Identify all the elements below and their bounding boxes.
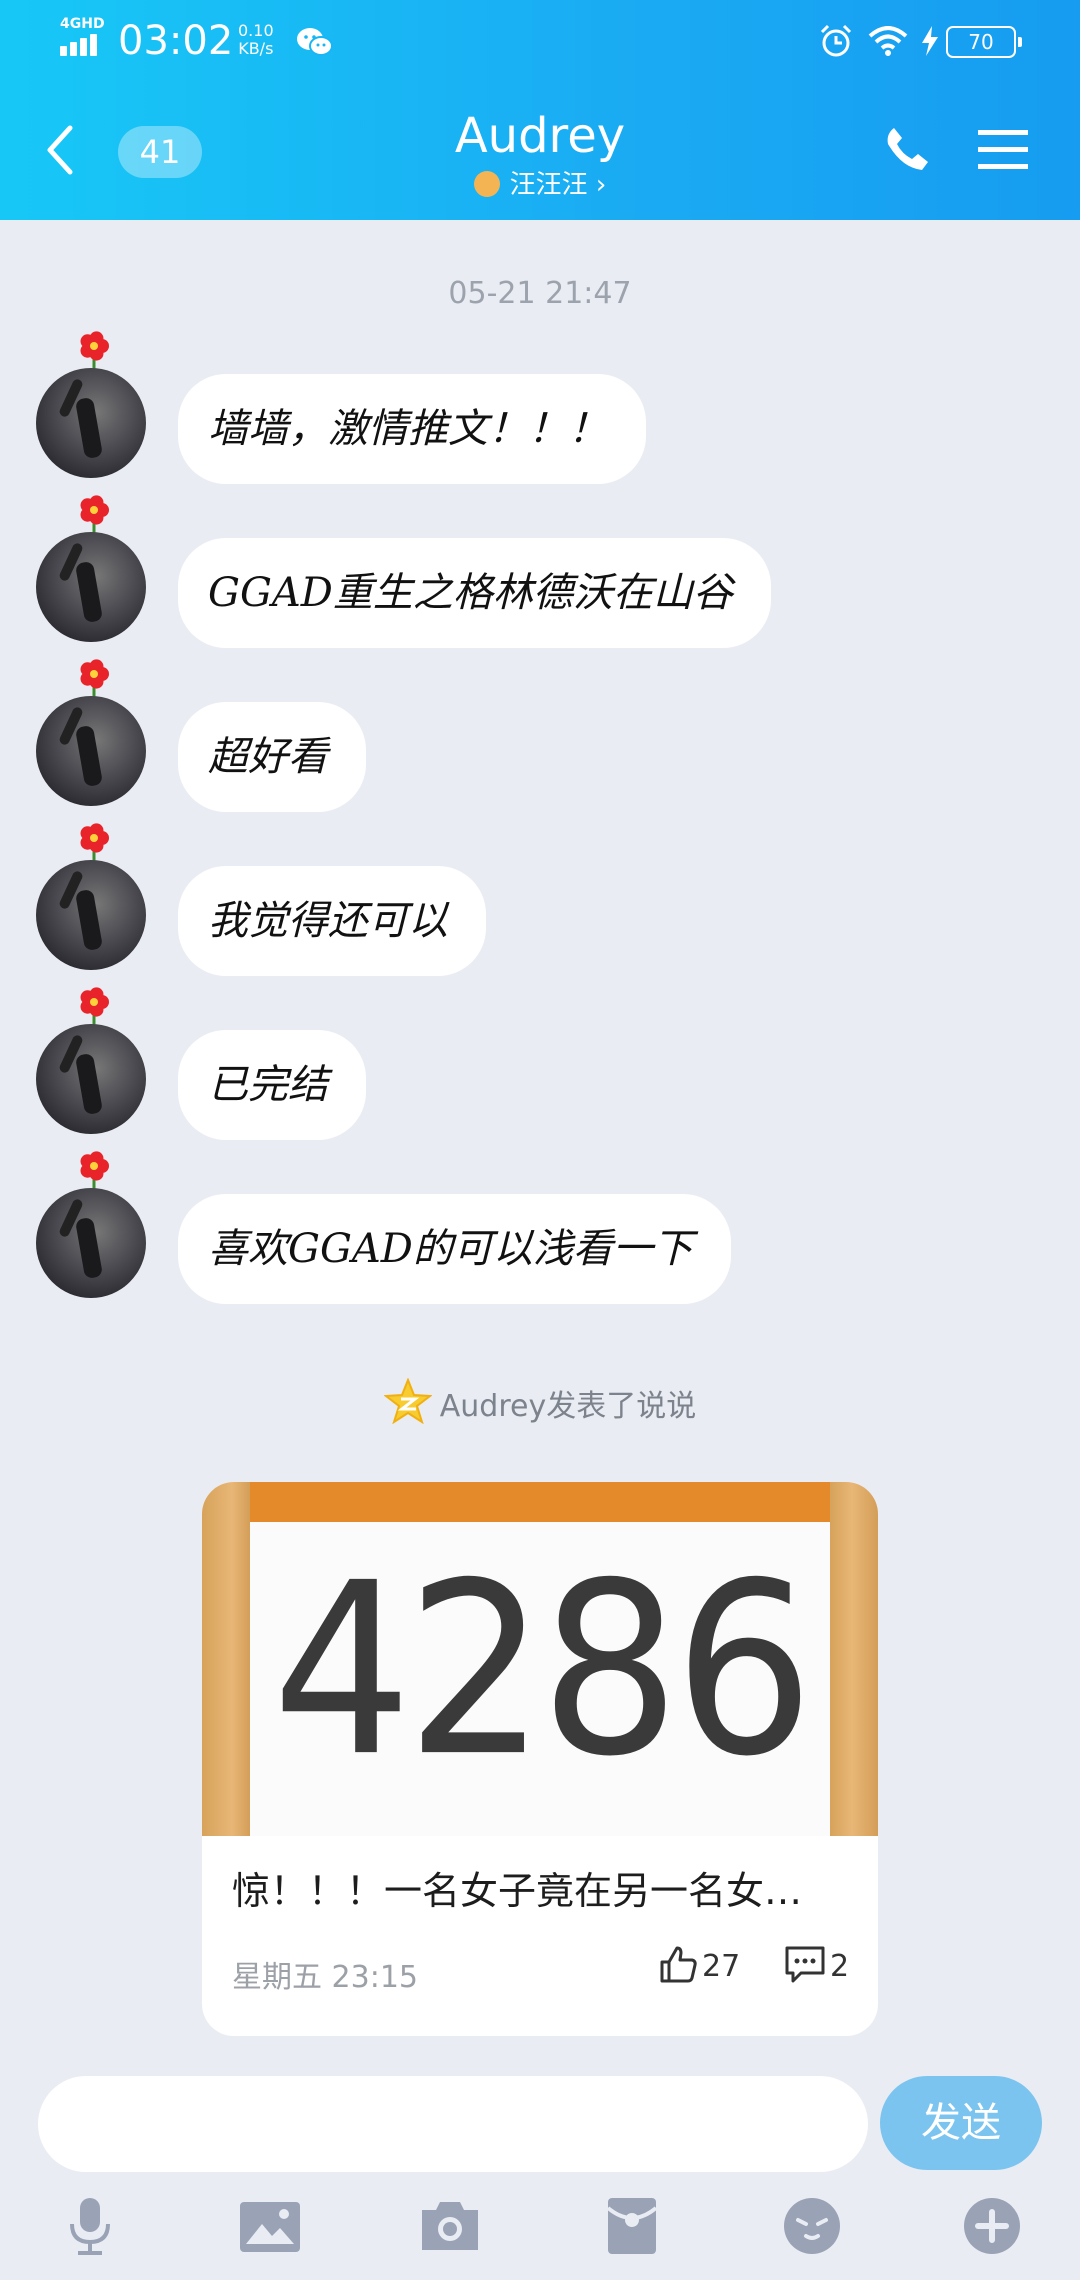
message-row: GGAD重生之格林德沃在山谷 — [0, 494, 1080, 648]
cellular-signal-icon: 4GHD — [58, 16, 105, 58]
hamster-emoji-icon — [473, 171, 500, 197]
clock: 03:02 — [118, 18, 234, 64]
red-packet-icon[interactable] — [600, 2194, 664, 2258]
message-row: 已完结 — [0, 986, 1080, 1140]
post-image-banner — [250, 1482, 830, 1522]
post-title: 惊！！！一名女子竟在另一名女… — [232, 1869, 803, 1913]
wechat-icon — [297, 28, 333, 56]
avatar[interactable] — [36, 1188, 146, 1298]
post-card[interactable]: 4286 惊！！！一名女子竟在另一名女… 星期五 23:15 27 2 — [202, 1482, 878, 2036]
camera-icon[interactable] — [418, 2194, 482, 2258]
wifi-icon — [868, 26, 908, 56]
comment-count: 2 — [830, 1949, 850, 1984]
message-timestamp: 05-21 21:47 — [448, 276, 632, 311]
post-notice: Audrey发表了说说 — [0, 1378, 1080, 1425]
network-speed: 0.10 KB/s — [238, 22, 274, 58]
emoji-icon[interactable] — [780, 2194, 844, 2258]
message-bubble[interactable]: 喜欢GGAD的可以浅看一下 — [178, 1194, 731, 1304]
flower-badge-icon — [80, 331, 109, 370]
message-bubble[interactable]: 我觉得还可以 — [178, 866, 486, 976]
post-time: 星期五 23:15 — [232, 1960, 418, 1995]
microphone-icon[interactable] — [58, 2194, 122, 2258]
message-row: 我觉得还可以 — [0, 822, 1080, 976]
phone-icon[interactable] — [882, 124, 932, 174]
flower-badge-icon — [80, 1151, 109, 1190]
message-row: 超好看 — [0, 658, 1080, 812]
menu-icon[interactable] — [978, 128, 1028, 172]
message-bubble[interactable]: GGAD重生之格林德沃在山谷 — [178, 538, 771, 648]
plus-icon[interactable] — [960, 2194, 1024, 2258]
like-button[interactable]: 27 — [658, 1944, 740, 1984]
image-icon[interactable] — [238, 2194, 302, 2258]
avatar[interactable] — [36, 696, 146, 806]
charging-icon — [922, 26, 938, 56]
network-speed-unit: KB/s — [238, 39, 274, 58]
title-bar: 4GHD 03:02 0.10 KB/s 70 41 Audrey 汪汪汪 › — [0, 0, 1080, 220]
avatar[interactable] — [36, 1024, 146, 1134]
message-bubble[interactable]: 墙墙，激情推文！！！ — [178, 374, 646, 484]
alarm-icon — [820, 24, 852, 57]
flower-badge-icon — [80, 823, 109, 862]
thumbs-up-icon — [660, 1946, 697, 1983]
post-image: 4286 — [202, 1482, 878, 1836]
comment-button[interactable]: 2 — [784, 1944, 849, 1984]
avatar[interactable] — [36, 368, 146, 478]
send-button[interactable]: 发送 — [880, 2076, 1042, 2170]
post-notice-text: Audrey发表了说说 — [439, 1389, 697, 1424]
avatar[interactable] — [36, 532, 146, 642]
comment-icon — [785, 1946, 825, 1983]
chat-subtitle-text: 汪汪汪 — [509, 170, 588, 200]
message-bubble[interactable]: 超好看 — [178, 702, 366, 812]
message-bubble[interactable]: 已完结 — [178, 1030, 366, 1140]
message-input[interactable] — [38, 2076, 868, 2172]
network-speed-value: 0.10 — [238, 21, 274, 40]
avatar[interactable] — [36, 860, 146, 970]
chevron-right-icon: › — [587, 170, 607, 200]
status-bar: 4GHD 03:02 0.10 KB/s 70 — [0, 0, 1080, 90]
post-image-number: 4286 — [272, 1531, 814, 1809]
flower-badge-icon — [80, 659, 109, 698]
input-toolbar — [0, 2180, 1080, 2280]
message-row: 喜欢GGAD的可以浅看一下 — [0, 1150, 1080, 1304]
flower-badge-icon — [80, 987, 109, 1026]
battery-indicator: 70 — [946, 26, 1022, 58]
network-type: 4GHD — [60, 16, 105, 32]
qzone-star-icon — [383, 1378, 432, 1424]
message-row: 墙墙，激情推文！！！ — [0, 330, 1080, 484]
flower-badge-icon — [80, 495, 109, 534]
like-count: 27 — [702, 1949, 741, 1984]
